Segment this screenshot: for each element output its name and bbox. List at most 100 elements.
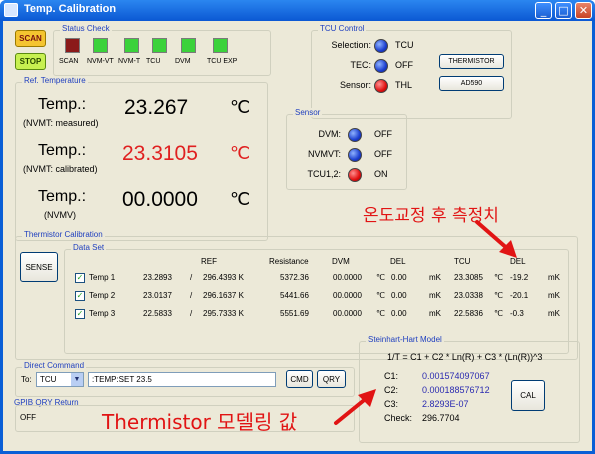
- c2-value: 0.000188576712: [422, 385, 490, 395]
- title-bar: Temp. Calibration _ □ ✕: [0, 0, 595, 21]
- cmd-button[interactable]: CMD: [286, 370, 313, 388]
- direct-command-title: Direct Command: [22, 361, 87, 370]
- ref-temp-unit: ℃: [230, 97, 251, 117]
- status-led-scan: [65, 38, 80, 53]
- tcu-control-title: TCU Control: [318, 24, 367, 33]
- status-dot-icon: [374, 39, 388, 53]
- calibration-row: ✓ Temp 1 23.2893 / 296.4393 K 5372.36 00.0000 ℃…: [69, 272, 564, 286]
- app-icon: [4, 3, 18, 17]
- data-set-title: Data Set: [71, 243, 107, 252]
- row-celsius: 23.0137: [143, 291, 172, 300]
- sensor-row-label: TCU1,2:: [307, 169, 341, 179]
- status-led-tcu: [152, 38, 167, 53]
- minimize-icon[interactable]: _: [535, 2, 552, 19]
- status-dot-icon: [374, 59, 388, 73]
- sensor-row-value: OFF: [374, 149, 392, 159]
- annotation-arrow-top: [475, 220, 517, 258]
- tcu-row-label: Selection:: [331, 40, 371, 50]
- close-icon[interactable]: ✕: [575, 2, 592, 19]
- thermistor-button[interactable]: THERMISTOR: [439, 54, 504, 69]
- check-label: Check:: [384, 413, 413, 423]
- row-kelvin: 295.7333 K: [203, 309, 244, 318]
- row-del-tcu: -0.3: [510, 309, 524, 318]
- c2-label: C2:: [384, 385, 399, 395]
- header-dvm: DVM: [332, 257, 350, 266]
- sh-formula: 1/T = C1 + C2 * Ln(R) + C3 * (Ln(R))^3: [387, 352, 543, 362]
- status-dot-icon: [348, 168, 362, 182]
- status-check-group: Status Check: [53, 24, 271, 76]
- c1-label: C1:: [384, 371, 399, 381]
- status-led-nvm-vt: [93, 38, 108, 53]
- ref-temp-label: Temp.:: [38, 142, 87, 159]
- sensor-row-value: OFF: [374, 129, 392, 139]
- sensor-row-value: ON: [374, 169, 388, 179]
- status-dot-icon: [348, 148, 362, 162]
- row-del-tcu: -20.1: [510, 291, 529, 300]
- row-mk-tcu: mK: [548, 309, 560, 318]
- checkbox[interactable]: ✓: [75, 291, 85, 301]
- to-select[interactable]: TCU ▼: [36, 372, 84, 387]
- row-resistance: 5441.66: [280, 291, 309, 300]
- steinhart-hart-title: Steinhart-Hart Model: [366, 335, 444, 344]
- ref-temp-unit: ℃: [230, 143, 251, 163]
- cal-button[interactable]: CAL: [511, 380, 545, 411]
- row-dvm: 00.0000: [333, 309, 362, 318]
- row-separator: /: [190, 273, 193, 282]
- gpib-value: OFF: [20, 413, 36, 422]
- header-del-dvm: DEL: [390, 257, 406, 266]
- checkbox[interactable]: ✓: [75, 273, 85, 283]
- row-unit-dvm: ℃: [376, 273, 385, 282]
- row-name: Temp 1: [89, 273, 116, 282]
- ref-temp-label: Temp.:: [38, 96, 87, 113]
- check-value: 296.7704: [422, 413, 460, 423]
- status-dot-icon: [374, 79, 388, 93]
- app-window: Temp. Calibration _ □ ✕ SCAN STOP Status…: [0, 0, 595, 454]
- calibration-row: ✓ Temp 2 23.0137 / 296.1637 K 5441.66 00.0000 ℃…: [69, 290, 564, 304]
- chevron-down-icon[interactable]: ▼: [71, 373, 83, 386]
- sense-button[interactable]: SENSE: [20, 252, 58, 282]
- calibration-row: ✓ Temp 3 22.5833 / 295.7333 K 5551.69 00.0000 ℃…: [69, 308, 564, 322]
- row-resistance: 5372.36: [280, 273, 309, 282]
- row-unit-tcu: ℃: [494, 273, 503, 282]
- row-dvm: 00.0000: [333, 273, 362, 282]
- annotation-thermistor-model: Thermistor 모델링 값: [102, 410, 298, 434]
- to-label: To:: [21, 375, 32, 384]
- annotation-arrow-bottom: [334, 389, 376, 425]
- c3-label: C3:: [384, 399, 399, 409]
- row-dvm: 00.0000: [333, 291, 362, 300]
- row-del-dvm: 0.00: [391, 273, 407, 282]
- row-mk-dvm: mK: [429, 309, 441, 318]
- row-name: Temp 2: [89, 291, 116, 300]
- stop-button[interactable]: STOP: [15, 53, 46, 70]
- row-del-tcu: -19.2: [510, 273, 529, 282]
- window-title: Temp. Calibration: [24, 3, 117, 15]
- ad590-button[interactable]: AD590: [439, 76, 504, 91]
- status-led-tcu exp: [213, 38, 228, 53]
- ref-temp-unit: ℃: [230, 189, 251, 209]
- header-resistance: Resistance: [269, 257, 309, 266]
- status-label-nvm-t: NVM-T: [118, 58, 141, 65]
- row-mk-tcu: mK: [548, 291, 560, 300]
- status-led-nvm-t: [124, 38, 139, 53]
- row-unit-dvm: ℃: [376, 291, 385, 300]
- ref-temp-sublabel: (NVMT: calibrated): [23, 164, 98, 174]
- status-label-tcu: TCU: [146, 58, 161, 65]
- command-input[interactable]: :TEMP:SET 23.5: [88, 372, 276, 387]
- tcu-row-label: TEC:: [350, 60, 371, 70]
- row-del-dvm: 0.00: [391, 291, 407, 300]
- row-kelvin: 296.4393 K: [203, 273, 244, 282]
- row-unit-tcu: ℃: [494, 309, 503, 318]
- scan-button[interactable]: SCAN: [15, 30, 46, 47]
- tcu-row-value: OFF: [395, 60, 413, 70]
- row-separator: /: [190, 309, 193, 318]
- ref-temp-value: 00.0000: [122, 188, 198, 211]
- sensor-row-label: DVM:: [318, 129, 342, 139]
- tcu-row-value: THL: [395, 80, 413, 90]
- ref-temp-value: 23.3105: [122, 142, 198, 165]
- status-led-dvm: [181, 38, 196, 53]
- maximize-icon[interactable]: □: [555, 2, 572, 19]
- checkbox[interactable]: ✓: [75, 309, 85, 319]
- row-del-dvm: 0.00: [391, 309, 407, 318]
- header-tcu: TCU: [454, 257, 471, 266]
- thermistor-calibration-title: Thermistor Calibration: [22, 230, 105, 239]
